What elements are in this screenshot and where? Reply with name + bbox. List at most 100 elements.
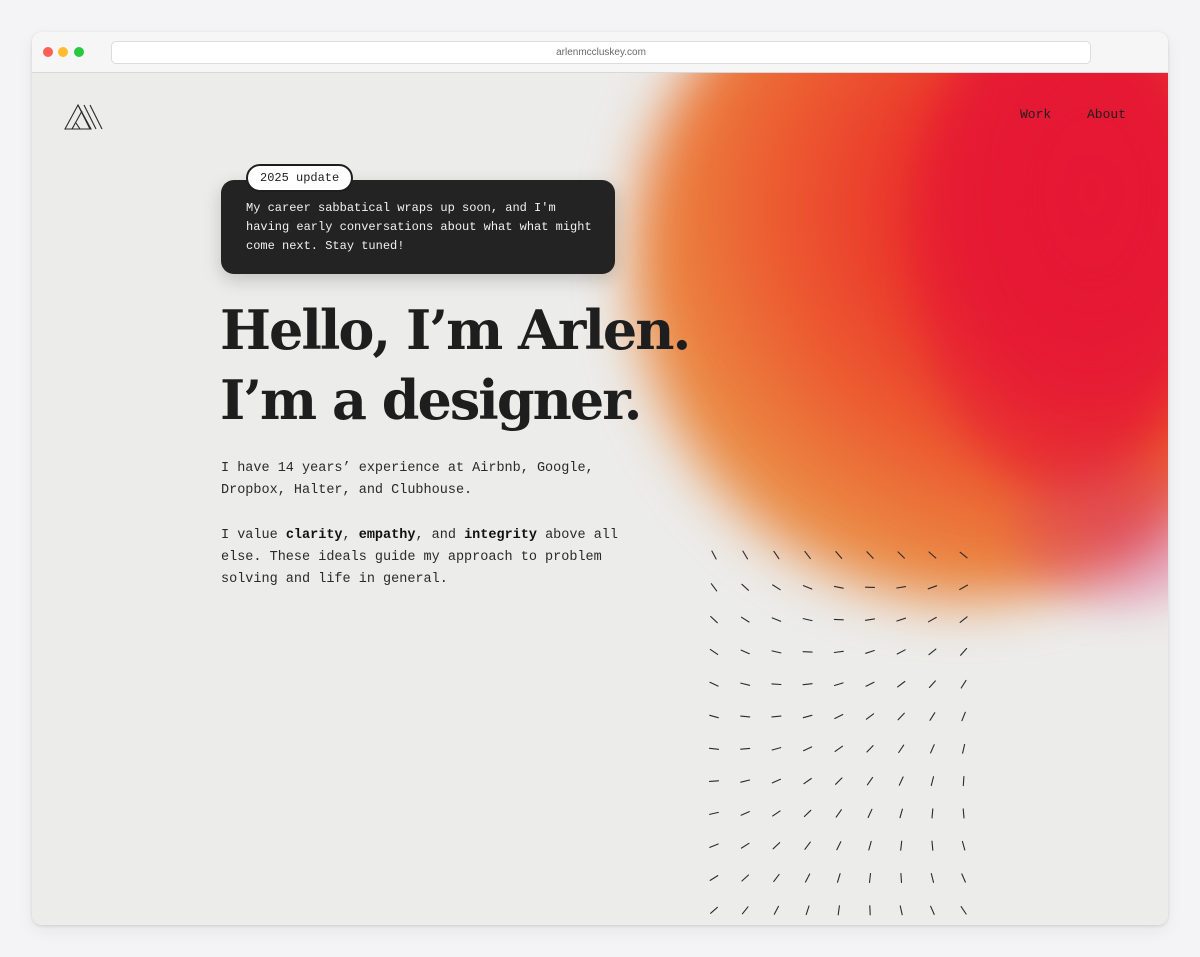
dash-mark [773, 550, 780, 560]
value-integrity: integrity [464, 528, 537, 543]
dash-mark [897, 712, 905, 721]
dash-mark [927, 585, 938, 590]
dash-mark [898, 744, 905, 754]
dash-mark [771, 617, 782, 622]
page-viewport: Work About My career sabbatical wraps up… [32, 73, 1168, 925]
dash-mark [897, 551, 905, 559]
update-badge: 2025 update [246, 164, 354, 192]
dash-mark [740, 747, 751, 750]
dash-mark [898, 776, 904, 786]
dash-mark [802, 618, 813, 622]
dash-mark [804, 873, 811, 883]
nav-about-link[interactable]: About [1087, 107, 1126, 122]
dash-mark [836, 841, 842, 851]
dash-mark [835, 777, 843, 785]
dash-mark [959, 551, 968, 559]
dash-mark [833, 650, 844, 654]
hero-headline-line1: Hello, I’m Arlen. [220, 298, 691, 362]
minimize-window-button[interactable] [58, 47, 68, 57]
browser-toolbar: arlenmccluskey.com [32, 32, 1168, 73]
update-notice-text: My career sabbatical wraps up soon, and … [246, 201, 592, 253]
dash-mark [927, 616, 937, 623]
dash-mark [740, 779, 751, 783]
dash-mark [962, 808, 965, 819]
dash-mark [959, 616, 968, 623]
dash-mark [710, 906, 718, 914]
dash-mark [834, 713, 844, 720]
dash-mark [802, 683, 813, 686]
dash-mark [962, 743, 966, 754]
dash-mark [804, 841, 811, 850]
dash-mark [899, 905, 903, 916]
dash-mark [741, 874, 750, 882]
dash-mark [929, 712, 936, 721]
dash-mark [803, 809, 812, 818]
intro-paragraph-values: I value clarity, empathy, and integrity … [221, 525, 641, 591]
dash-mark [740, 616, 750, 623]
dash-mark [772, 842, 781, 850]
triangle-lines-logo-icon[interactable] [64, 103, 104, 131]
hero-headline: Hello, I’m Arlen. I’m a designer. [220, 295, 691, 435]
dash-mark [710, 615, 718, 624]
dash-mark [709, 714, 719, 719]
dash-mark [866, 745, 874, 753]
dash-mark [960, 906, 967, 915]
dash-mark [710, 583, 718, 592]
address-bar[interactable]: arlenmccluskey.com [111, 41, 1091, 64]
dash-mark [771, 650, 782, 654]
dash-mark [740, 811, 750, 816]
dash-mark [772, 584, 781, 591]
dash-mark [773, 873, 780, 883]
intro-paragraph-experience: I have 14 years’ experience at Airbnb, G… [221, 461, 594, 498]
dash-mark [771, 683, 782, 686]
dash-mark [741, 906, 749, 915]
dash-mark [865, 681, 875, 687]
dash-mark [897, 680, 906, 688]
dash-mark [833, 585, 844, 589]
dash-mark [708, 780, 720, 782]
dash-mark [833, 682, 844, 687]
dash-mark [803, 777, 812, 785]
close-window-button[interactable] [43, 47, 53, 57]
dash-mark [802, 585, 813, 590]
dash-mark [711, 550, 717, 560]
dash-mark [740, 649, 750, 655]
dash-mark [928, 648, 937, 656]
dash-mark [961, 711, 966, 722]
dash-mark [930, 744, 935, 754]
dash-mark [867, 808, 873, 819]
dash-mark [960, 679, 967, 689]
dash-mark [834, 745, 844, 752]
dash-mark [931, 808, 934, 819]
dash-mark [740, 715, 751, 718]
dash-mark [836, 873, 841, 883]
dash-mark [771, 747, 782, 751]
dash-mark [709, 648, 719, 655]
dash-mark [868, 872, 872, 884]
dash-mark [742, 550, 749, 560]
dash-mark [864, 618, 876, 621]
dash-mark [865, 649, 875, 654]
dash-mark [835, 551, 843, 559]
dash-mark [930, 873, 935, 883]
dash-mark [866, 551, 874, 559]
dash-mark [896, 617, 907, 622]
dash-mark [709, 875, 719, 881]
dash-mark [865, 713, 875, 720]
dash-mark [962, 776, 965, 787]
dash-mark [709, 681, 719, 687]
dash-mark [771, 715, 782, 718]
dash-mark [930, 905, 935, 915]
dash-mark [961, 873, 966, 883]
dash-mark [959, 584, 969, 591]
dash-mark [772, 810, 781, 817]
maximize-window-button[interactable] [74, 47, 84, 57]
nav-work-link[interactable]: Work [1020, 107, 1051, 122]
values-separator-1: , [342, 528, 359, 543]
dash-mark [866, 776, 874, 786]
dash-mark [802, 746, 813, 752]
dash-mark [709, 843, 719, 848]
dash-mark [896, 586, 907, 589]
hero-headline-line2: I’m a designer. [220, 368, 642, 432]
dash-mark [802, 714, 813, 719]
